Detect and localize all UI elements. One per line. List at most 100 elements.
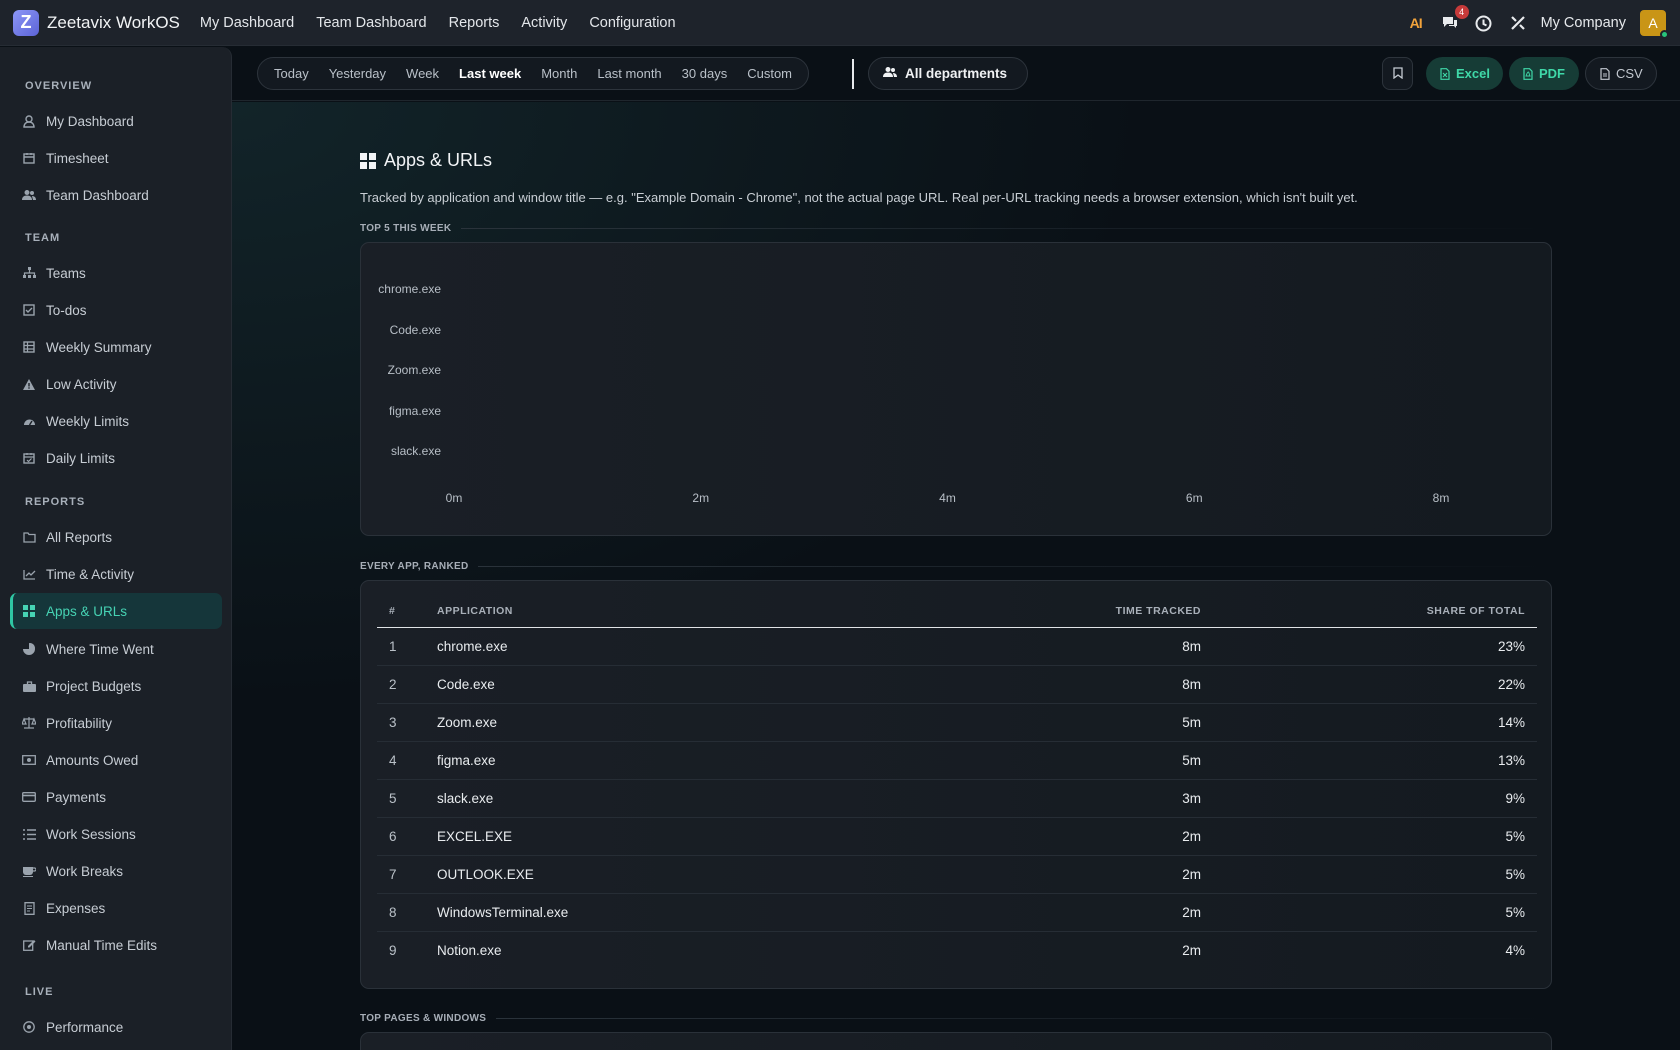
sidebar-item-weekly-summary[interactable]: Weekly Summary [10,329,222,365]
chart-x-tick-label: 0m [446,491,463,505]
rank-cell: 2 [377,665,437,704]
department-filter[interactable]: All departments [868,57,1028,90]
range-month[interactable]: Month [531,66,587,81]
sidebar-item-timesheet[interactable]: Timesheet [10,140,222,176]
sidebar-item-amounts-owed[interactable]: Amounts Owed [10,742,222,778]
col-share[interactable]: SHARE OF TOTAL [1201,595,1537,628]
sidebar-item-label: Manual Time Edits [46,937,158,953]
messages-icon[interactable]: 4 [1441,5,1469,32]
top5-chart-card: chrome.exe Code.exe Zoom.exe figma.exe slack… [360,242,1552,536]
nav-team-dashboard[interactable]: Team Dashboard [316,15,426,31]
table-row[interactable]: 9 Notion.exe 2m 4% [377,931,1537,969]
col-time-tracked[interactable]: TIME TRACKED [1001,595,1201,628]
chart-category-label: chrome.exe [378,282,441,296]
page-title: Apps & URLs [360,150,492,171]
sidebar-section-team: TEAM [25,232,61,244]
sidebar-item-team-dashboard[interactable]: Team Dashboard [10,177,222,213]
chart-category-label: Zoom.exe [388,363,442,377]
sidebar-item-time-activity[interactable]: Time & Activity [10,556,222,592]
range-custom[interactable]: Custom [737,66,802,81]
rank-cell: 3 [377,703,437,742]
sidebar-item-manual-time-edits[interactable]: Manual Time Edits [10,927,222,963]
sidebar-item-label: My Dashboard [46,113,134,129]
sitemap-icon [22,266,36,280]
sidebar-item-work-breaks[interactable]: Work Breaks [10,853,222,889]
sidebar-item-profitability[interactable]: Profitability [10,705,222,741]
range-last-month[interactable]: Last month [587,66,671,81]
nav-configuration[interactable]: Configuration [589,15,675,31]
app-name-cell: WindowsTerminal.exe [437,893,1001,932]
top5-bar-chart: chrome.exe Code.exe Zoom.exe figma.exe slack… [378,282,1449,505]
checkbox-icon [22,303,36,317]
sidebar-item-daily-limits[interactable]: Daily Limits [10,440,222,476]
avatar[interactable]: A [1640,10,1669,39]
export-pdf-button[interactable]: PDF [1509,57,1579,90]
sidebar-item-apps-urls[interactable]: Apps & URLs [10,593,222,629]
app-title[interactable]: Zeetavix WorkOS [47,13,180,33]
company-switcher[interactable]: My Company [1541,15,1626,31]
app-name-cell: OUTLOOK.EXE [437,855,1001,894]
briefcase-icon [22,679,36,693]
table-row[interactable]: 7 OUTLOOK.EXE 2m 5% [377,855,1537,894]
users-icon [883,66,897,81]
sidebar-item-performance[interactable]: Performance [10,1009,222,1045]
table-row[interactable]: 4 figma.exe 5m 13% [377,741,1537,780]
sidebar-item-teams[interactable]: Teams [10,255,222,291]
main-content: Apps & URLs Tracked by application and w… [232,102,1680,1050]
credit-card-icon [22,790,36,804]
page-description: Tracked by application and window title … [360,190,1358,205]
table-row[interactable]: 5 slack.exe 3m 9% [377,779,1537,818]
nav-activity[interactable]: Activity [521,15,567,31]
rank-cell: 4 [377,741,437,780]
time-cell: 8m [1001,665,1201,704]
table-row[interactable]: 2 Code.exe 8m 22% [377,665,1537,704]
calendar-icon [22,151,36,165]
range-week[interactable]: Week [396,66,449,81]
app-logo[interactable]: Z [13,9,39,36]
section-divider [496,1018,1552,1019]
sidebar-item-work-sessions[interactable]: Work Sessions [10,816,222,852]
edit-icon [22,938,36,952]
sidebar-item-project-budgets[interactable]: Project Budgets [10,668,222,704]
ai-icon[interactable]: AI [1407,14,1425,32]
range-last-week[interactable]: Last week [449,66,531,81]
nav-reports[interactable]: Reports [449,15,500,31]
time-cell: 2m [1182,942,1201,958]
export-excel-button[interactable]: Excel [1426,57,1503,90]
top-bar: Z Zeetavix WorkOS My Dashboard Team Dash… [0,0,1680,46]
table-row[interactable]: 8 WindowsTerminal.exe 2m 5% [377,893,1537,932]
table-row[interactable]: 1 chrome.exe 8m 23% [377,627,1537,666]
tools-icon[interactable] [1509,14,1527,32]
export-csv-button[interactable]: CSV [1585,57,1657,90]
sidebar-item-my-dashboard[interactable]: My Dashboard [10,103,222,139]
sidebar-item-all-reports[interactable]: All Reports [10,519,222,555]
col-application[interactable]: APPLICATION [437,595,1001,628]
sidebar-item-label: Where Time Went [46,641,154,657]
messages-badge: 4 [1454,5,1469,19]
page-title-text: Apps & URLs [384,150,493,170]
sidebar-item-to-dos[interactable]: To-dos [10,292,222,328]
section-top5-label: TOP 5 THIS WEEK [360,223,1552,234]
range-30-days[interactable]: 30 days [672,66,738,81]
sidebar-item-expenses[interactable]: Expenses [10,890,222,926]
range-today[interactable]: Today [264,66,319,81]
apps-table: # APPLICATION TIME TRACKED SHARE OF TOTA… [377,595,1537,969]
sidebar-item-label: Team Dashboard [46,187,149,203]
sidebar-item-payments[interactable]: Payments [10,779,222,815]
bookmark-button[interactable] [1382,57,1413,90]
date-range-selector: Today Yesterday Week Last week Month Las… [257,57,810,90]
range-yesterday[interactable]: Yesterday [319,66,396,81]
sidebar-item-weekly-limits[interactable]: Weekly Limits [10,403,222,439]
sidebar-item-where-time-went[interactable]: Where Time Went [10,631,222,667]
sidebar-section-live: LIVE [25,986,54,998]
table-row[interactable]: 6 EXCEL.EXE 2m 5% [377,817,1537,856]
sidebar-item-label: Expenses [46,900,106,916]
table-row[interactable]: 3 Zoom.exe 5m 14% [377,703,1537,742]
sidebar-item-low-activity[interactable]: Low Activity [10,366,222,402]
app-name-cell: Code.exe [437,665,1001,704]
col-rank[interactable]: # [377,595,437,628]
nav-my-dashboard[interactable]: My Dashboard [200,15,294,31]
sidebar-item-label: Performance [46,1019,124,1035]
clock-icon[interactable] [1475,14,1493,32]
app-name-cell: Zoom.exe [437,703,1001,742]
